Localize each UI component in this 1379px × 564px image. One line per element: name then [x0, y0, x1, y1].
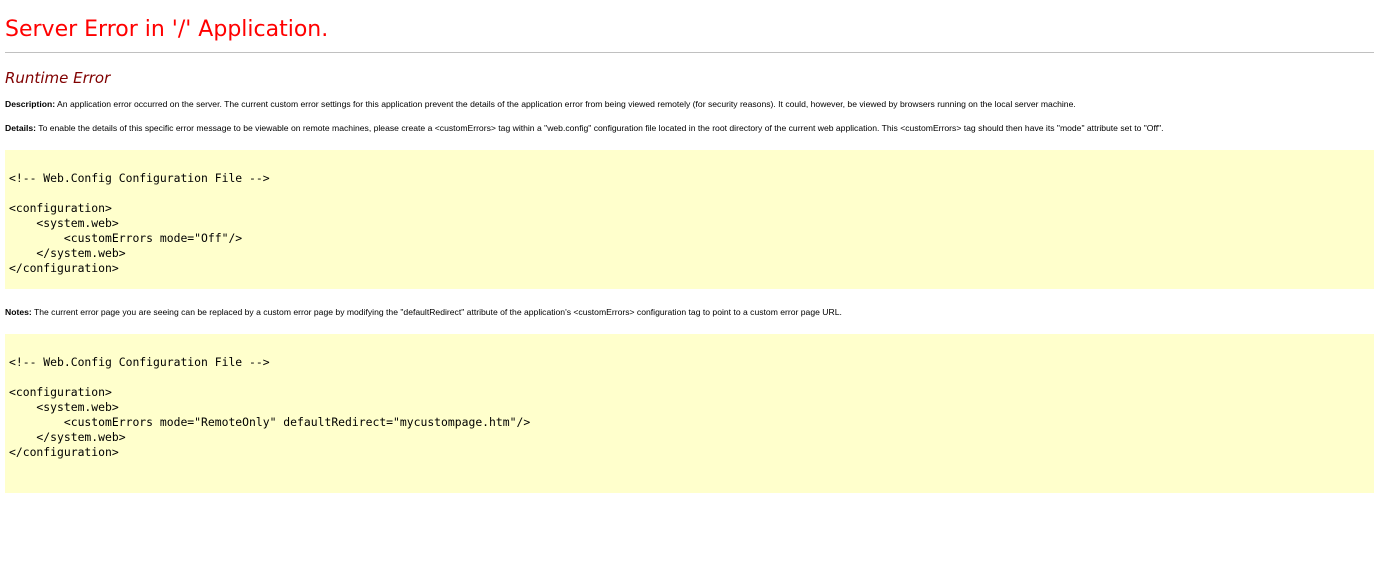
- error-page: Server Error in '/' Application. Runtime…: [0, 0, 1379, 493]
- description-paragraph: Description: An application error occurr…: [5, 99, 1374, 109]
- description-text: An application error occurred on the ser…: [55, 99, 1076, 109]
- config-code-block-off: <!-- Web.Config Configuration File --> <…: [5, 150, 1374, 289]
- code-line: <customErrors mode="Off"/>: [9, 231, 243, 245]
- code-line: <customErrors mode="RemoteOnly" defaultR…: [9, 415, 531, 429]
- page-title: Server Error in '/' Application.: [5, 17, 329, 42]
- code-line: </system.web>: [9, 246, 126, 260]
- code-line: <configuration>: [9, 201, 112, 215]
- config-code-block-redirect: <!-- Web.Config Configuration File --> <…: [5, 334, 1374, 493]
- details-paragraph: Details: To enable the details of this s…: [5, 123, 1374, 133]
- description-label: Description:: [5, 99, 56, 109]
- title-divider: [5, 52, 1374, 53]
- notes-paragraph: Notes: The current error page you are se…: [5, 307, 1374, 317]
- code-line: </configuration>: [9, 445, 119, 459]
- notes-text: The current error page you are seeing ca…: [31, 307, 842, 317]
- code-line: <configuration>: [9, 385, 112, 399]
- details-text: To enable the details of this specific e…: [36, 123, 1164, 133]
- code-line: <system.web>: [9, 400, 119, 414]
- code-line: </configuration>: [9, 261, 119, 275]
- error-subtitle: Runtime Error: [5, 69, 111, 87]
- code-line: <system.web>: [9, 216, 119, 230]
- notes-label: Notes:: [5, 307, 32, 317]
- code-comment: <!-- Web.Config Configuration File -->: [9, 171, 270, 185]
- code-comment: <!-- Web.Config Configuration File -->: [9, 355, 270, 369]
- details-label: Details:: [5, 123, 37, 133]
- code-line: </system.web>: [9, 430, 126, 444]
